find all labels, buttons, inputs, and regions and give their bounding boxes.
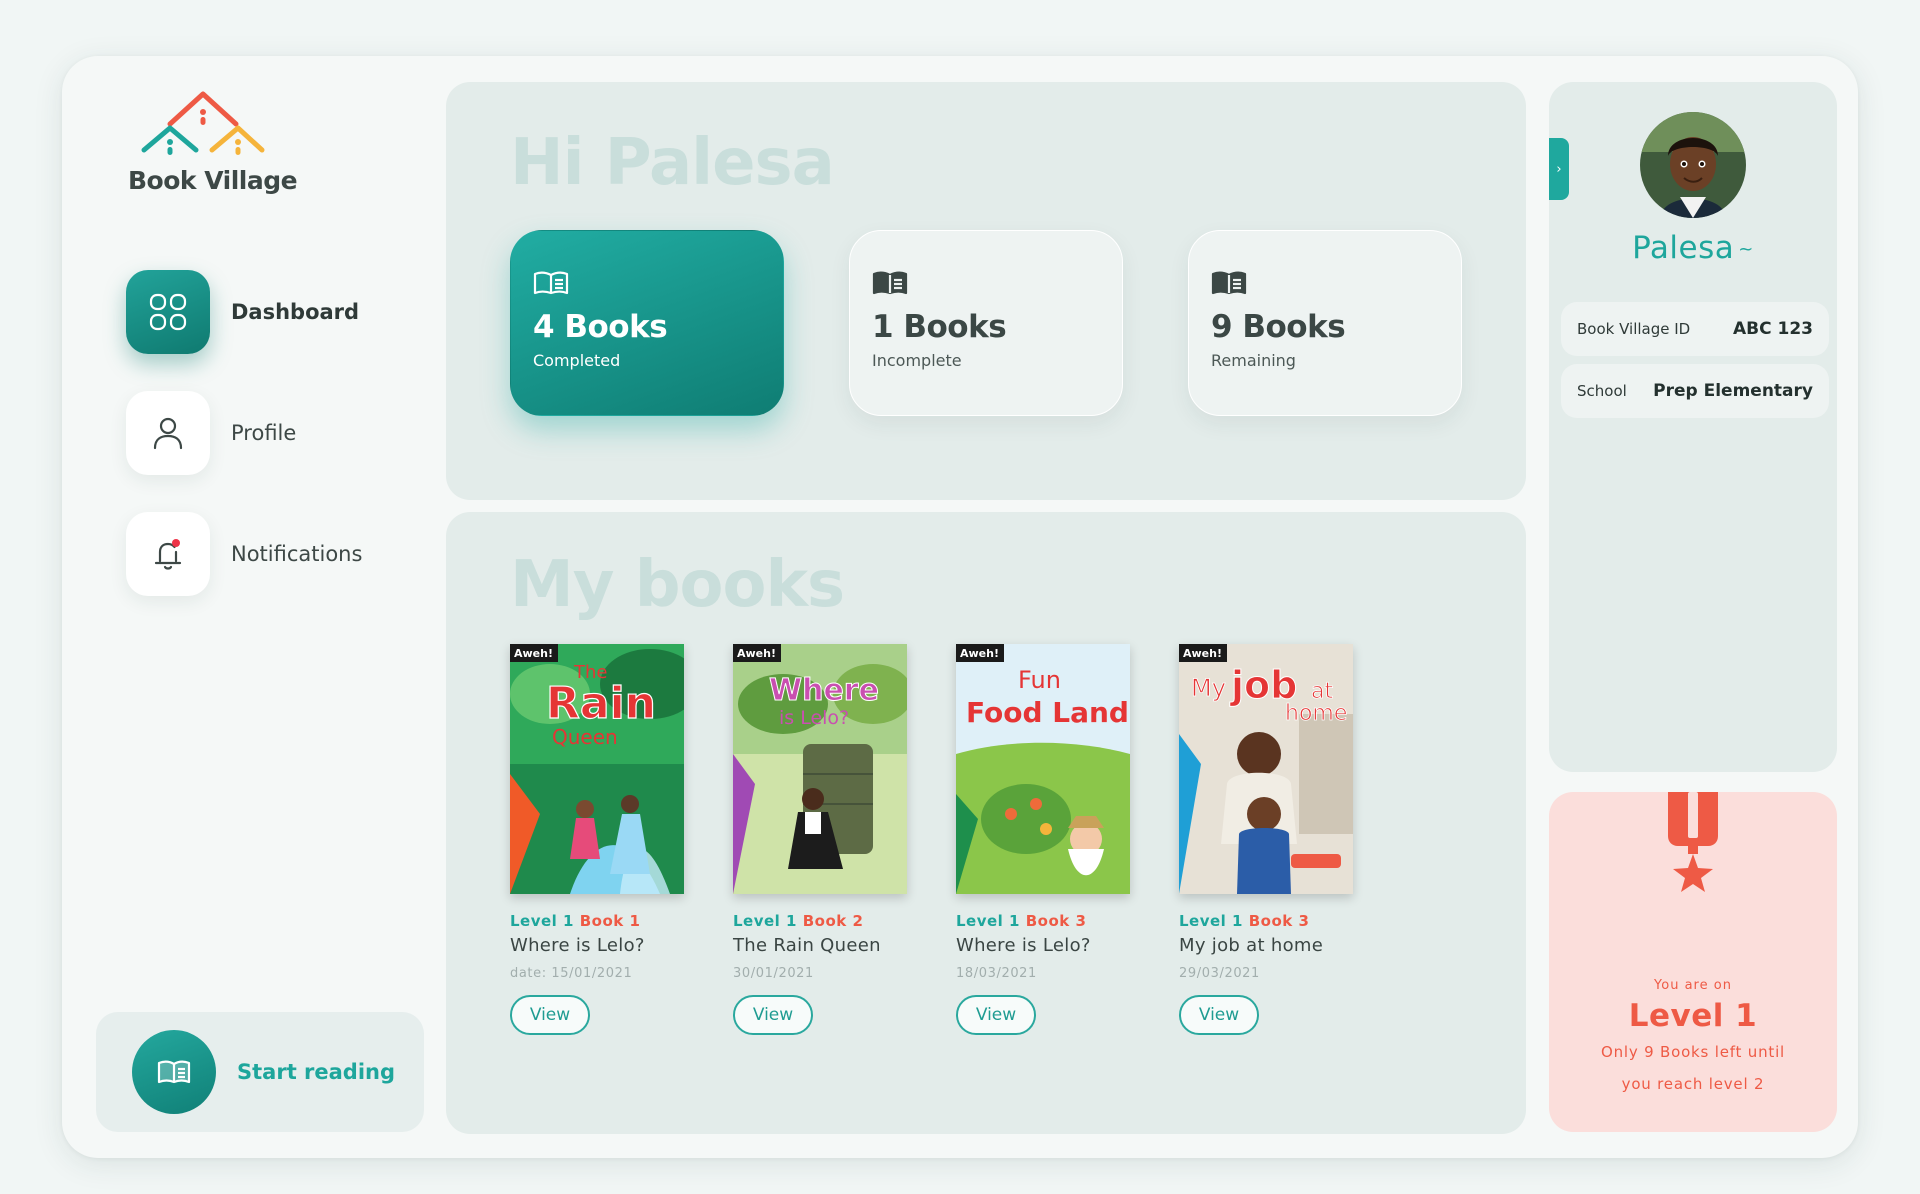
logo: Book Village <box>128 86 318 195</box>
stat-label: Incomplete <box>872 351 962 370</box>
cover-title-line: is Lelo? <box>779 707 849 729</box>
level-card: You are on Level 1 Only 9 Books left unt… <box>1549 792 1837 1132</box>
book-card: Aweh! Fun Food Land Level 1 Book 3 Where… <box>956 644 1136 1035</box>
book-cover[interactable]: Aweh! My job at home <box>1179 644 1353 894</box>
start-reading-label: Start reading <box>237 1060 396 1084</box>
greeting-title: Hi Palesa <box>510 126 835 200</box>
app-name: Book Village <box>128 166 298 195</box>
sidebar-item-notifications[interactable]: Notifications <box>126 512 362 596</box>
view-button[interactable]: View <box>956 995 1036 1035</box>
my-books-title: My books <box>510 548 845 622</box>
book-date: date: 15/01/2021 <box>510 966 633 981</box>
book-cover[interactable]: Aweh! Fun Food Land <box>956 644 1130 894</box>
profile-name-dropdown[interactable]: Palesa ~ <box>1549 230 1837 266</box>
book-level: Level 1 Book 1 <box>510 912 641 930</box>
book-icon <box>533 271 569 295</box>
chevron-down-icon: ~ <box>1738 239 1754 260</box>
profile-id-value: ABC 123 <box>1733 319 1813 339</box>
cover-title-line: Rain <box>546 678 656 729</box>
level-message: Only 9 Books left until you reach level … <box>1600 1043 1786 1093</box>
book-title: Where is Lelo? <box>510 935 645 956</box>
sidebar-item-label: Profile <box>231 421 297 445</box>
avatar[interactable] <box>1640 112 1746 218</box>
book-level: Level 1 Book 3 <box>956 912 1087 930</box>
cover-title-line: Where <box>769 673 879 708</box>
profile-name: Palesa <box>1632 230 1735 266</box>
profile-school-row: School Prep Elementary <box>1561 364 1829 418</box>
stat-card-remaining[interactable]: 9 Books Remaining <box>1188 230 1462 416</box>
level-value: Level 1 <box>1628 998 1758 1034</box>
cover-title-line: Food Land <box>966 696 1129 729</box>
user-icon <box>126 391 210 475</box>
book-cover[interactable]: Aweh! Where is Lelo? <box>733 644 907 894</box>
cover-series: Aweh! <box>737 647 776 660</box>
stat-value: 9 Books <box>1211 309 1346 345</box>
book-icon <box>872 271 908 295</box>
profile-id-label: Book Village ID <box>1577 320 1691 338</box>
bell-icon <box>126 512 210 596</box>
book-level: Level 1 Book 2 <box>733 912 864 930</box>
book-card: Aweh! My job at home Level 1 Book 3 My j… <box>1179 644 1359 1035</box>
cover-series: Aweh! <box>514 647 553 660</box>
book-icon <box>1211 271 1247 295</box>
book-cover[interactable]: Aweh! The Rain Queen <box>510 644 684 894</box>
profile-school-value: Prep Elementary <box>1653 381 1813 401</box>
profile-panel: › Palesa ~ Book Village ID ABC 123 School <box>1549 82 1837 772</box>
view-button[interactable]: View <box>1179 995 1259 1035</box>
book-card: Aweh! The Rain Queen Level 1 Book 1 Wher… <box>510 644 690 1035</box>
greeting-panel: Hi Palesa 4 Books Completed 1 Books Inco… <box>446 82 1526 500</box>
sidebar-item-label: Notifications <box>231 542 363 566</box>
panel-toggle-button[interactable]: › <box>1549 138 1569 200</box>
book-date: 29/03/2021 <box>1179 966 1260 981</box>
stat-value: 1 Books <box>872 309 1007 345</box>
medal-icon <box>1668 792 1718 892</box>
cover-title-line: home <box>1285 701 1347 726</box>
view-button[interactable]: View <box>733 995 813 1035</box>
book-title: The Rain Queen <box>733 935 881 956</box>
stat-label: Completed <box>533 351 621 370</box>
book-level: Level 1 Book 3 <box>1179 912 1310 930</box>
stat-value: 4 Books <box>533 309 668 345</box>
stat-label: Remaining <box>1211 351 1296 370</box>
cover-title-line: Queen <box>552 725 618 749</box>
my-books-panel: My books Aweh! The Rain Queen Level 1 Bo… <box>446 512 1526 1134</box>
start-reading-button[interactable]: Start reading <box>96 1012 424 1132</box>
book-date: 30/01/2021 <box>733 966 814 981</box>
app-window: Book Village Dashboard Profile Notificat… <box>62 56 1858 1158</box>
book-title: My job at home <box>1179 935 1324 956</box>
stat-card-incomplete[interactable]: 1 Books Incomplete <box>849 230 1123 416</box>
sidebar-item-label: Dashboard <box>231 300 360 324</box>
sidebar-item-profile[interactable]: Profile <box>126 391 362 475</box>
book-village-logo-icon <box>141 91 265 155</box>
book-card: Aweh! Where is Lelo? Level 1 Book 2 The … <box>733 644 913 1035</box>
level-prefix: You are on <box>1654 978 1732 993</box>
sidebar-item-dashboard[interactable]: Dashboard <box>126 270 362 354</box>
profile-school-label: School <box>1577 382 1627 400</box>
book-icon <box>132 1030 216 1114</box>
sidebar-nav: Dashboard Profile Notifications <box>126 270 362 633</box>
book-title: Where is Lelo? <box>956 935 1091 956</box>
profile-id-row: Book Village ID ABC 123 <box>1561 302 1829 356</box>
book-date: 18/03/2021 <box>956 966 1037 981</box>
cover-series: Aweh! <box>1183 647 1222 660</box>
cover-title-line: My <box>1191 674 1226 702</box>
view-button[interactable]: View <box>510 995 590 1035</box>
cover-title-line: Fun <box>1018 666 1061 694</box>
dashboard-icon <box>126 270 210 354</box>
cover-series: Aweh! <box>960 647 999 660</box>
stat-card-completed[interactable]: 4 Books Completed <box>510 230 784 416</box>
